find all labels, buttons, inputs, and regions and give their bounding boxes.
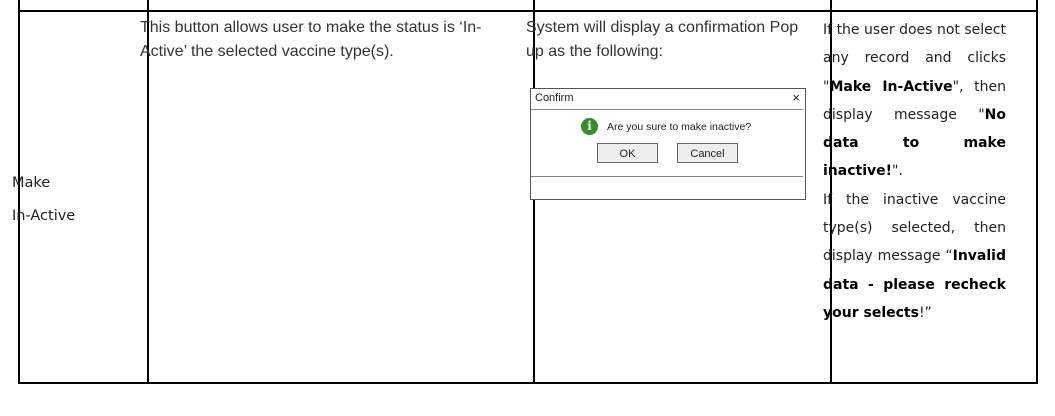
rule-no-selection: If the user does not select any record a…: [823, 22, 1006, 180]
business-rules-cell: If the user does not select any record a…: [823, 16, 1006, 327]
description-cell: This button allows user to make the stat…: [140, 19, 482, 60]
table-header-divider: [20, 10, 1036, 12]
close-icon[interactable]: ×: [792, 90, 800, 105]
function-name-line2: In-Active: [12, 208, 76, 224]
dialog-title: Confirm: [535, 92, 574, 104]
rule-invalid-selection: If the inactive vaccine type(s) selected…: [823, 191, 1006, 321]
system-response-cell: System will display a confirmation Pop u…: [526, 19, 799, 60]
ok-button[interactable]: OK: [597, 143, 658, 163]
dialog-body: i Are you sure to make inactive? OK Canc…: [531, 109, 803, 177]
dialog-message: Are you sure to make inactive?: [607, 121, 752, 133]
info-icon: i: [581, 118, 598, 135]
function-name-line1: Make: [12, 175, 51, 191]
confirm-dialog: Confirm × i Are you sure to make inactiv…: [530, 88, 806, 200]
cancel-button[interactable]: Cancel: [677, 143, 738, 163]
function-name-cell: Make In-Active: [12, 167, 122, 233]
